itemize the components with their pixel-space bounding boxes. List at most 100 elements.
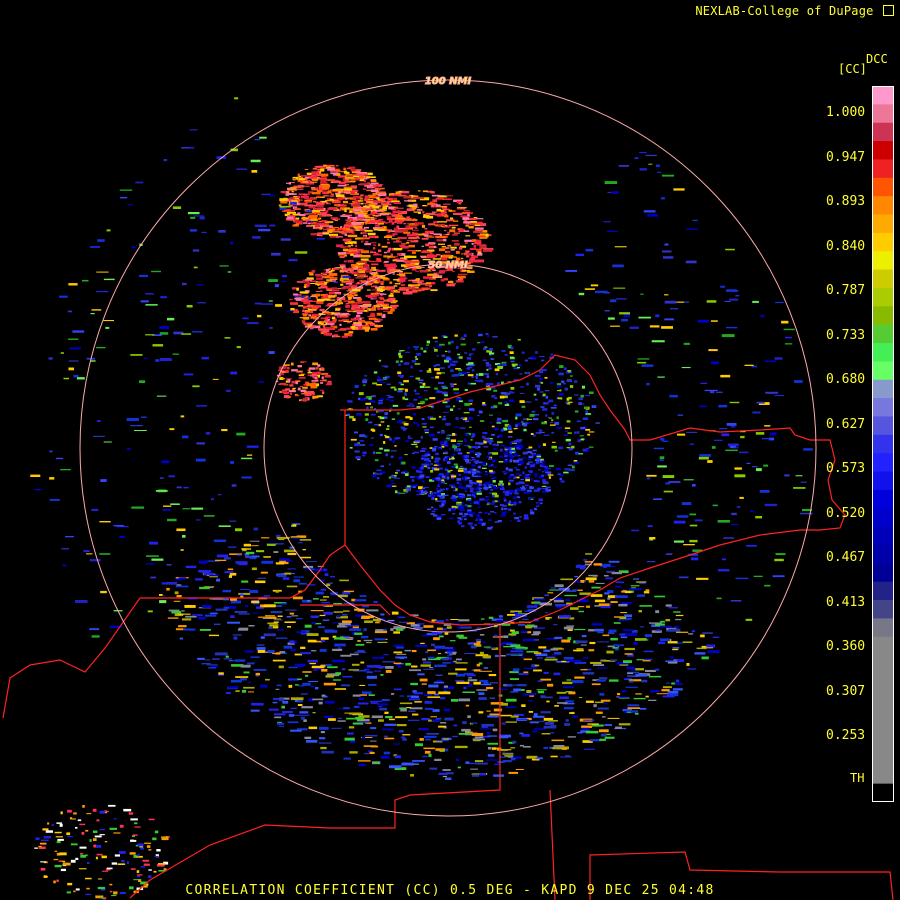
echo-gate bbox=[349, 712, 362, 715]
echo-gate bbox=[580, 669, 588, 671]
echo-gate bbox=[339, 203, 345, 206]
echo-gate bbox=[85, 829, 89, 832]
echo-gate bbox=[326, 269, 330, 272]
echo-gate bbox=[414, 363, 421, 365]
echo-gate bbox=[393, 651, 403, 654]
echo-gate bbox=[494, 634, 498, 637]
echo-gate bbox=[467, 522, 473, 525]
external-link-icon[interactable] bbox=[883, 5, 894, 16]
echo-gate bbox=[169, 428, 175, 431]
echo-gate bbox=[585, 248, 594, 252]
echo-gate bbox=[527, 451, 532, 454]
echo-gate bbox=[300, 389, 307, 393]
echo-gate bbox=[692, 219, 698, 221]
echo-gate bbox=[622, 629, 634, 631]
echo-gate bbox=[352, 722, 364, 725]
echo-gate bbox=[686, 228, 698, 230]
echo-gate bbox=[145, 293, 154, 295]
echo-gate bbox=[655, 623, 665, 626]
echo-gate bbox=[387, 258, 390, 260]
echo-gate bbox=[257, 577, 266, 579]
echo-gate bbox=[79, 846, 87, 849]
echo-gate bbox=[96, 853, 103, 856]
echo-gate bbox=[509, 481, 514, 483]
echo-gate bbox=[377, 641, 388, 643]
echo-gate bbox=[596, 641, 609, 643]
echo-gate bbox=[260, 684, 268, 688]
echo-gate bbox=[629, 326, 639, 329]
echo-gate bbox=[519, 392, 525, 394]
echo-gate bbox=[286, 191, 290, 193]
echo-gate bbox=[330, 575, 335, 578]
echo-gate bbox=[81, 831, 85, 835]
echo-gate bbox=[427, 453, 431, 456]
echo-gate bbox=[459, 505, 464, 508]
echo-gate bbox=[725, 248, 735, 251]
echo-gate bbox=[644, 634, 653, 638]
echo-gate bbox=[546, 403, 549, 405]
echo-gate bbox=[319, 227, 322, 230]
echo-gate bbox=[351, 326, 356, 329]
echo-gate bbox=[513, 502, 517, 504]
echo-gate bbox=[235, 690, 240, 692]
echo-gate bbox=[457, 207, 467, 209]
echo-gate bbox=[459, 427, 466, 429]
echo-gate bbox=[336, 615, 341, 618]
echo-gate bbox=[469, 364, 475, 367]
echo-gate bbox=[82, 279, 89, 282]
echo-gate bbox=[548, 720, 558, 722]
echo-gate bbox=[484, 489, 488, 491]
echo-gate bbox=[523, 693, 536, 696]
echo-gate bbox=[707, 650, 720, 653]
echo-gate bbox=[148, 849, 152, 851]
echo-gate bbox=[405, 487, 412, 490]
echo-gate bbox=[333, 198, 343, 201]
echo-gate bbox=[534, 627, 545, 629]
echo-gate bbox=[445, 233, 450, 236]
echo-gate bbox=[565, 430, 568, 432]
echo-gate bbox=[342, 238, 352, 241]
echo-gate bbox=[328, 273, 338, 276]
echo-gate bbox=[517, 442, 521, 444]
echo-gate bbox=[182, 508, 191, 510]
echo-gate bbox=[388, 463, 391, 466]
echo-gate bbox=[229, 572, 237, 576]
echo-gate bbox=[367, 289, 371, 291]
echo-gate bbox=[407, 219, 417, 221]
echo-gate bbox=[394, 755, 401, 759]
echo-gate bbox=[458, 733, 472, 735]
echo-gate bbox=[355, 245, 358, 248]
echo-gate bbox=[597, 707, 609, 710]
echo-gate bbox=[196, 442, 205, 445]
echo-gate bbox=[348, 333, 353, 337]
echo-gate bbox=[371, 263, 379, 266]
echo-gate bbox=[432, 199, 438, 203]
echo-gate bbox=[395, 472, 398, 474]
echo-gate bbox=[596, 667, 609, 669]
echo-gate bbox=[293, 178, 296, 180]
echo-gate bbox=[467, 366, 473, 369]
echo-gate bbox=[371, 715, 383, 719]
echo-gate bbox=[383, 236, 392, 238]
echo-gate bbox=[467, 470, 472, 474]
echo-gate bbox=[414, 440, 421, 443]
echo-gate bbox=[300, 291, 309, 294]
echo-gate bbox=[655, 610, 660, 614]
echo-gate bbox=[524, 466, 527, 469]
echo-gate bbox=[553, 745, 565, 747]
echo-gate bbox=[254, 580, 266, 584]
echo-gate bbox=[318, 626, 325, 629]
colorbar-segment bbox=[873, 434, 893, 454]
echo-gate bbox=[470, 439, 473, 441]
echo-gate bbox=[311, 294, 316, 296]
echo-gate bbox=[380, 613, 385, 616]
echo-gate bbox=[422, 210, 425, 214]
echo-gate bbox=[443, 336, 448, 338]
echo-gate bbox=[582, 672, 595, 675]
echo-gate bbox=[444, 215, 449, 218]
echo-gate bbox=[508, 475, 512, 479]
echo-gate bbox=[415, 348, 418, 350]
echo-gate bbox=[508, 482, 511, 486]
echo-gate bbox=[497, 441, 503, 444]
echo-gate bbox=[370, 292, 377, 295]
